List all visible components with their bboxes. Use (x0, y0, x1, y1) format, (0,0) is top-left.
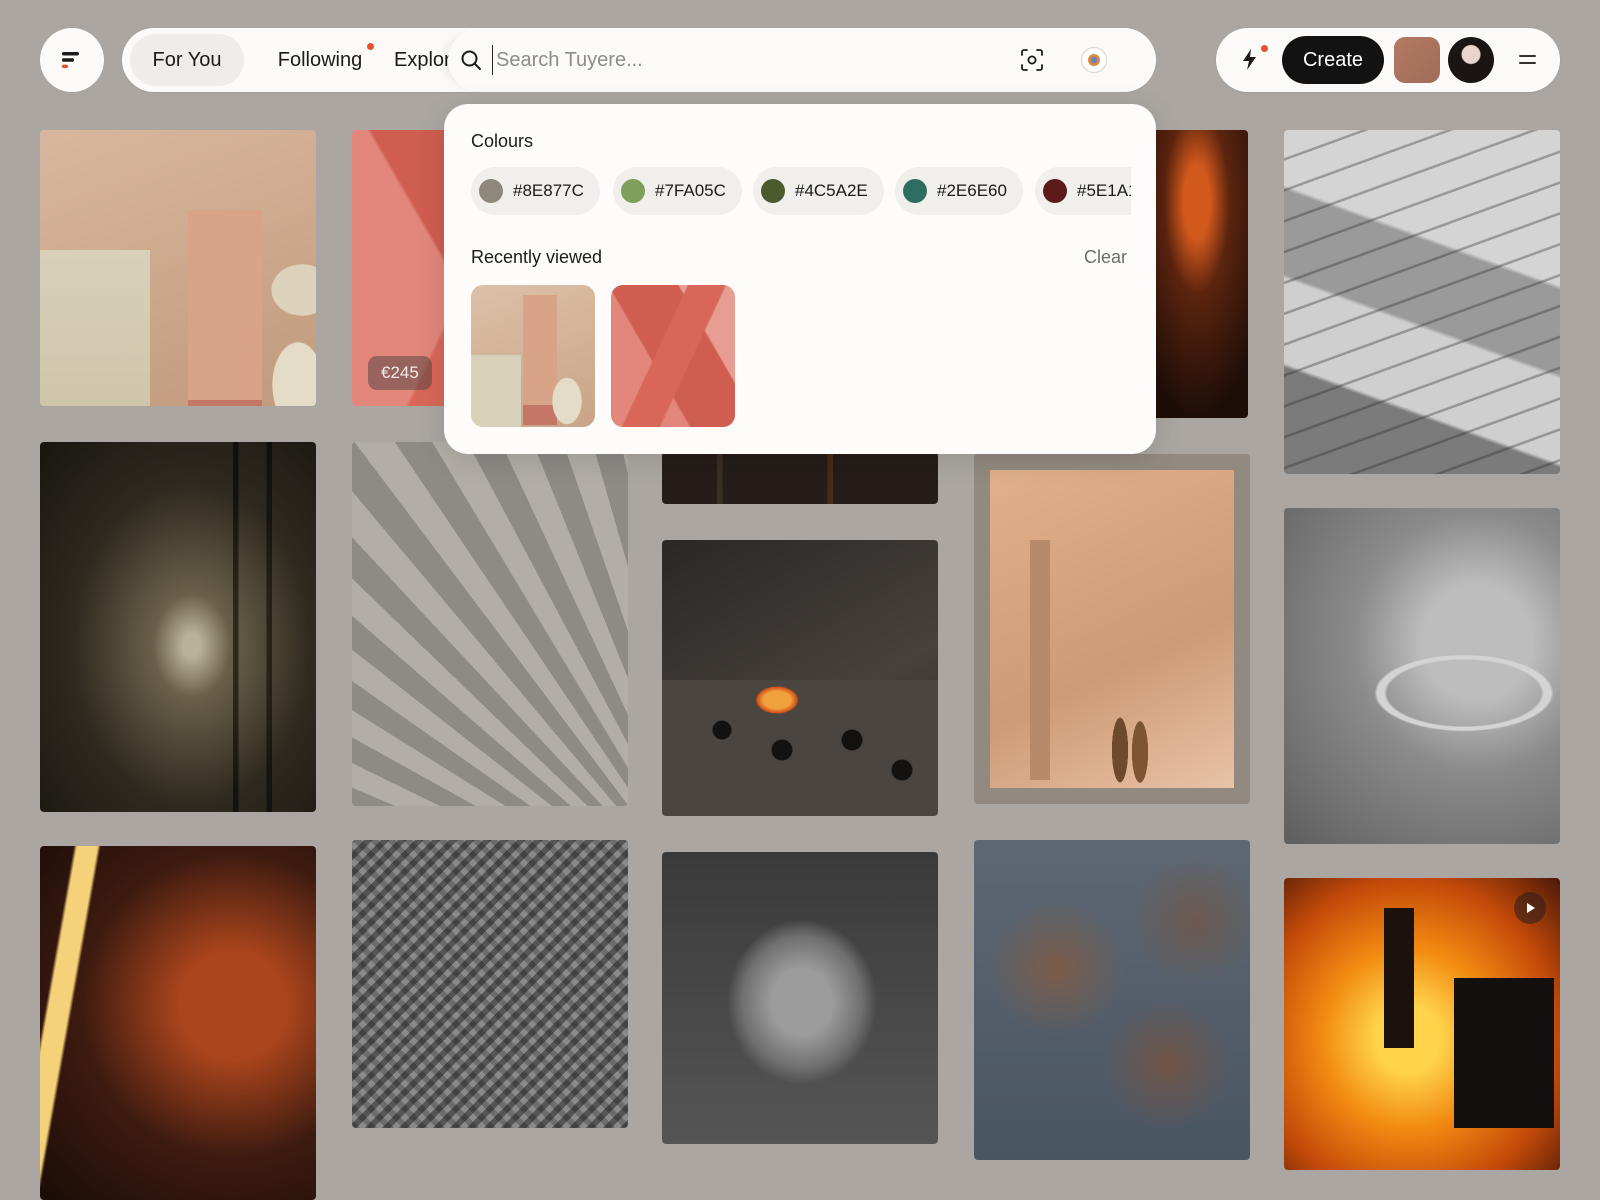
menu-icon[interactable] (1516, 50, 1540, 70)
notification-dot (367, 43, 374, 50)
colour-swatch (1043, 179, 1067, 203)
colour-label: #8E877C (513, 181, 584, 200)
tab-label: For You (152, 48, 222, 71)
visual-search-icon[interactable] (1020, 48, 1044, 72)
search-icon (461, 50, 481, 70)
colour-label: #2E6E60 (937, 181, 1007, 200)
nav-search-bar: For You Following Explore (122, 28, 1156, 92)
pin-rusted-metal[interactable] (974, 840, 1250, 1160)
colour-chip[interactable]: #4C5A2E (753, 167, 884, 215)
colour-label: #5E1A1A (1077, 181, 1131, 200)
page: €245 For You Following Explore (0, 0, 1600, 1200)
create-button[interactable]: Create (1282, 36, 1384, 84)
notification-dot (1261, 45, 1268, 52)
pin-molten-pour[interactable] (40, 846, 316, 1200)
colour-chip[interactable]: #2E6E60 (895, 167, 1023, 215)
search-dropdown: Colours #8E877C #7FA05C #4C5A2E #2E6E60 … (444, 104, 1156, 454)
colour-label: #7FA05C (655, 181, 726, 200)
lightning-icon (1243, 49, 1256, 70)
logo-icon (62, 52, 79, 69)
pin-steel-mill[interactable] (1284, 878, 1560, 1170)
pin-corridor[interactable] (40, 442, 316, 812)
search-input[interactable] (492, 45, 992, 75)
pin-stone-sculpture[interactable] (662, 852, 938, 1144)
colour-chip[interactable]: #7FA05C (613, 167, 742, 215)
menu-line (1519, 62, 1536, 64)
clear-button[interactable]: Clear (1084, 247, 1127, 268)
recent-thumbnail-red-texture[interactable] (611, 285, 735, 427)
pin-vases[interactable] (40, 130, 316, 406)
pin-arch-image (990, 470, 1234, 788)
colour-swatch-button[interactable] (1394, 37, 1440, 83)
colour-swatch (761, 179, 785, 203)
pin-diamond-plate[interactable] (352, 840, 628, 1128)
pin-forge[interactable] (662, 540, 938, 816)
colour-swatch (903, 179, 927, 203)
colour-label: #4C5A2E (795, 181, 868, 200)
pin-arch-wall[interactable] (974, 454, 1250, 804)
app-logo-button[interactable] (40, 28, 104, 92)
colour-swatch (621, 179, 645, 203)
colours-heading: Colours (471, 131, 534, 151)
pin-concrete-rotunda[interactable] (352, 442, 628, 806)
pin-dark-interior[interactable] (662, 452, 938, 504)
price-tag[interactable]: €245 (368, 356, 432, 390)
tab-explore[interactable]: Explore (394, 34, 454, 86)
colour-search-icon[interactable] (1080, 46, 1108, 74)
colour-chip[interactable]: #8E877C (471, 167, 600, 215)
avatar[interactable] (1448, 37, 1494, 83)
colour-swatch (479, 179, 503, 203)
activity-button[interactable] (1238, 44, 1268, 76)
tab-for-you[interactable]: For You (130, 34, 244, 86)
play-icon[interactable] (1514, 892, 1546, 924)
tab-label: Explore (394, 48, 454, 71)
action-bar: Create (1216, 28, 1560, 92)
search-box (448, 28, 1156, 92)
tab-label: Following (277, 48, 363, 71)
recent-thumbnail-vases[interactable] (471, 285, 595, 427)
pin-staircase[interactable] (1284, 130, 1560, 474)
recently-viewed-heading: Recently viewed (471, 247, 603, 267)
menu-line (1519, 55, 1536, 57)
pin-spiral-stairs[interactable] (1284, 508, 1560, 844)
colour-chips: #8E877C #7FA05C #4C5A2E #2E6E60 #5E1A1A (471, 167, 1131, 215)
colour-chip[interactable]: #5E1A1A (1035, 167, 1131, 215)
tab-following[interactable]: Following (256, 34, 384, 86)
